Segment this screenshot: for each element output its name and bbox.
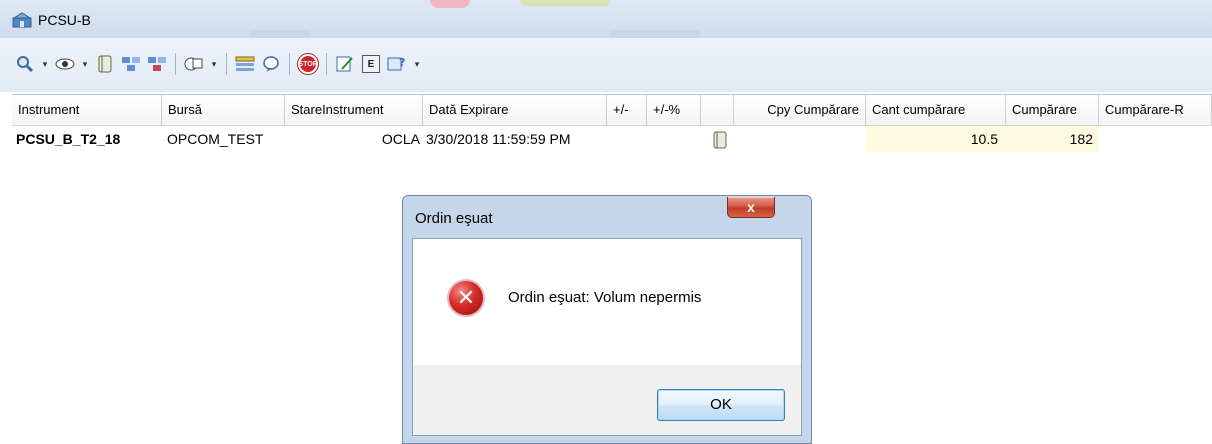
main-window: PCSU-B ▾ ▾ ▾ STOP E ? ▾ Instrument Bursă… [0,0,1212,194]
cell-stare: OCLA [381,131,420,147]
close-icon: x [747,199,755,215]
instrument-remove-icon[interactable] [146,53,168,75]
background-blur [250,30,310,38]
order-dropdown-icon[interactable]: ▾ [209,59,219,70]
zoom-icon[interactable] [14,53,36,75]
app-icon [12,12,32,28]
column-header-change-percent[interactable]: +/-% [647,95,701,125]
dialog-body: ✕ Ordin eşuat: Volum nepermis OK [412,238,802,436]
toolbar: ▾ ▾ ▾ STOP E ? ▾ [0,38,1212,92]
chat-icon[interactable] [260,53,282,75]
e-icon[interactable]: E [360,53,382,75]
instrument-add-icon[interactable] [120,53,142,75]
column-header-cpy-cumparare[interactable]: Cpy Cumpărare [734,95,866,125]
toolbar-separator [326,53,327,75]
table-row[interactable]: PCSU_B_T2_18 OPCOM_TEST OCLA 3/30/2018 1… [12,126,1212,152]
cell-data-expirare: 3/30/2018 11:59:59 PM [426,131,571,147]
column-header-bursa[interactable]: Bursă [162,95,285,125]
eye-dropdown-icon[interactable]: ▾ [80,59,90,70]
close-button[interactable]: x [727,197,775,218]
dialog-content: ✕ Ordin eşuat: Volum nepermis [413,239,801,365]
window-title: PCSU-B [38,12,91,28]
ok-button[interactable]: OK [657,389,785,421]
background-blur [520,0,610,6]
svg-text:?: ? [399,56,405,69]
help-icon[interactable]: ? [386,53,408,75]
cell-cant-cumparare: 10.5 [866,126,1006,152]
edit-icon[interactable] [334,53,356,75]
notebook-icon[interactable] [709,126,731,152]
window-titlebar[interactable]: PCSU-B [0,0,1212,38]
eye-icon[interactable] [54,53,76,75]
stop-icon[interactable]: STOP [297,53,319,75]
background-blur [430,0,470,8]
grid-header: Instrument Bursă StareInstrument Dată Ex… [12,94,1212,126]
instrument-grid: Instrument Bursă StareInstrument Dată Ex… [0,92,1212,194]
cell-cumparare: 182 [1006,126,1099,152]
toolbar-separator [175,53,176,75]
column-header-cumparare-r[interactable]: Cumpărare-R [1099,95,1212,125]
help-dropdown-icon[interactable]: ▾ [412,59,422,70]
toolbar-separator [289,53,290,75]
column-header-blank[interactable] [701,95,734,125]
column-header-instrument[interactable]: Instrument [12,95,162,125]
error-dialog: Ordin eşuat x ✕ Ordin eşuat: Volum neper… [402,195,812,444]
grid-icon[interactable] [234,53,256,75]
column-header-data-expirare[interactable]: Dată Expirare [423,95,607,125]
dialog-title: Ordin eşuat [415,210,493,227]
notebook-icon[interactable] [94,53,116,75]
column-header-cumparare[interactable]: Cumpărare [1006,95,1099,125]
column-header-change[interactable]: +/- [607,95,647,125]
zoom-dropdown-icon[interactable]: ▾ [40,59,50,70]
column-header-stare-instrument[interactable]: StareInstrument [285,95,423,125]
cell-instrument: PCSU_B_T2_18 [16,131,121,147]
error-icon: ✕ [449,281,483,315]
column-header-cant-cumparare[interactable]: Cant cumpărare [866,95,1006,125]
dialog-footer: OK [413,365,801,435]
cell-bursa: OPCOM_TEST [167,131,264,147]
error-message: Ordin eşuat: Volum nepermis [508,289,702,306]
toolbar-separator [226,53,227,75]
background-blur [610,30,700,38]
order-icon[interactable] [183,53,205,75]
